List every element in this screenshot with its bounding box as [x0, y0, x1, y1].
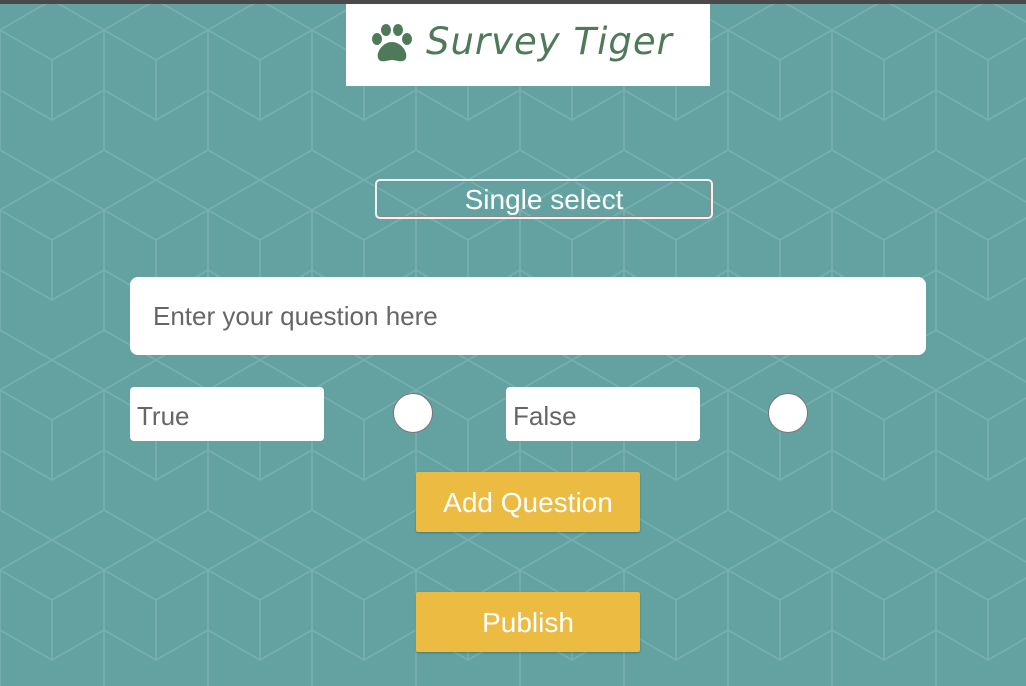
- option-false-radio[interactable]: [768, 393, 808, 433]
- option-true-radio[interactable]: [393, 393, 433, 433]
- publish-button[interactable]: Publish: [416, 592, 640, 652]
- question-type-select[interactable]: Single select: [375, 179, 713, 219]
- option-true-input[interactable]: True: [130, 387, 324, 441]
- paw-icon: [372, 24, 412, 62]
- option-false-input[interactable]: False: [506, 387, 700, 441]
- add-question-button[interactable]: Add Question: [416, 472, 640, 532]
- logo-text: Survey Tiger: [426, 20, 673, 63]
- question-input[interactable]: Enter your question here: [130, 277, 926, 355]
